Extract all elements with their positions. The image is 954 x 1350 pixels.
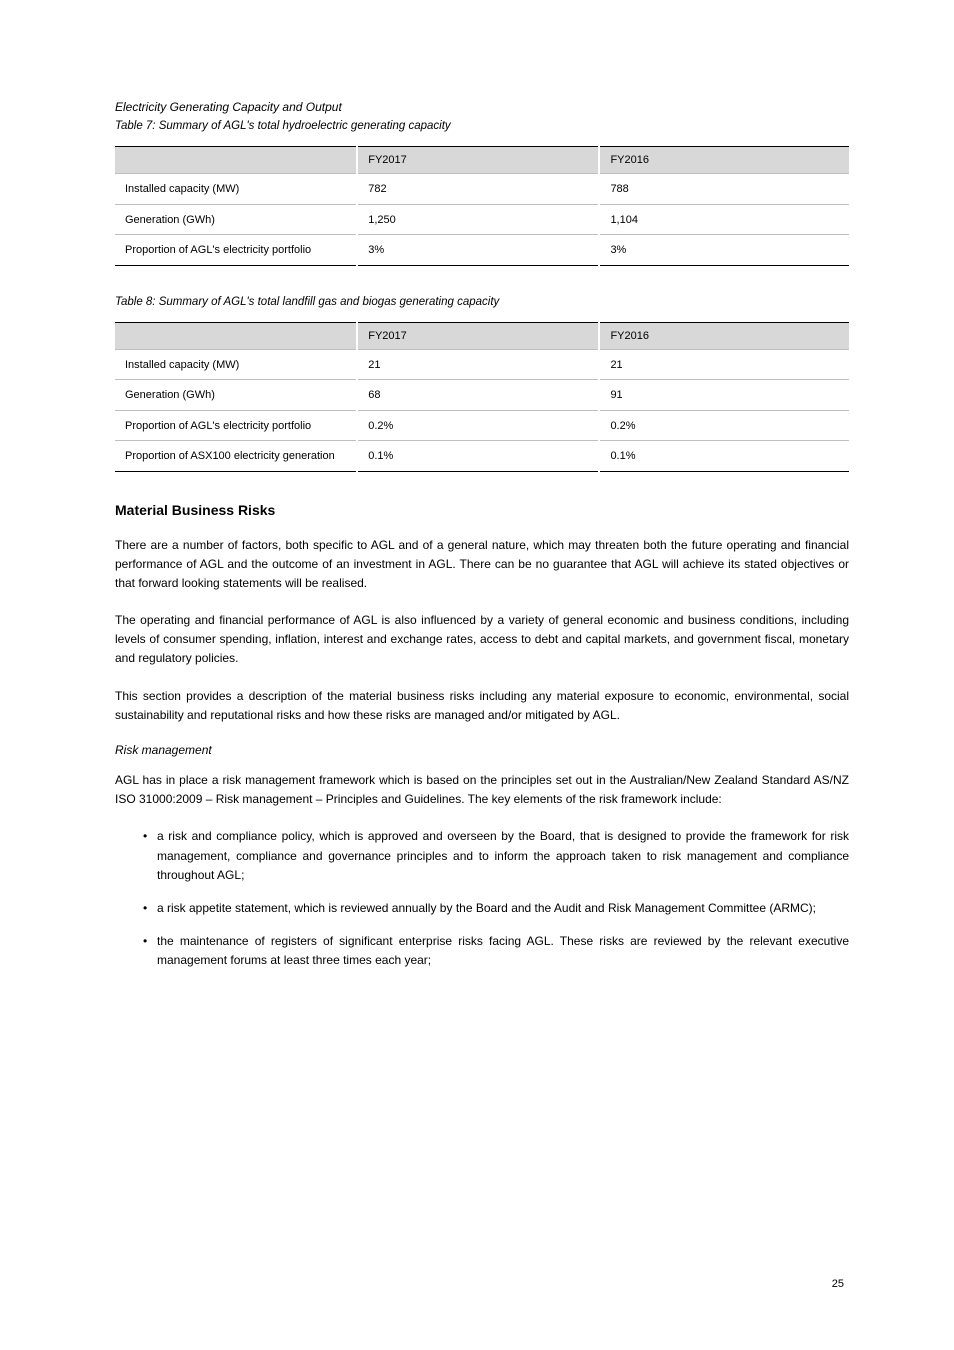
table8-r3c0: Proportion of ASX100 electricity generat…: [115, 441, 357, 472]
table8-r1c2: 91: [599, 380, 849, 411]
heading-risk-management: Risk management: [115, 743, 849, 757]
table7-r2c2: 3%: [599, 235, 849, 266]
heading-electricity-capacity: Electricity Generating Capacity and Outp…: [115, 100, 849, 114]
bullet-list: a risk and compliance policy, which is a…: [115, 827, 849, 970]
caption-table7: Table 7: Summary of AGL's total hydroele…: [115, 120, 849, 132]
table7-r0c2: 788: [599, 174, 849, 205]
table7-header-0: [115, 147, 357, 174]
paragraph-4: AGL has in place a risk management frame…: [115, 771, 849, 809]
list-item: a risk appetite statement, which is revi…: [143, 899, 849, 918]
table8-r3c2: 0.1%: [599, 441, 849, 472]
table8-r0c0: Installed capacity (MW): [115, 349, 357, 380]
table8-r0c2: 21: [599, 349, 849, 380]
table-row: Installed capacity (MW) 21 21: [115, 349, 849, 380]
table8-r2c2: 0.2%: [599, 410, 849, 441]
table7-r2c0: Proportion of AGL's electricity portfoli…: [115, 235, 357, 266]
table7-r1c0: Generation (GWh): [115, 204, 357, 235]
table7: FY2017 FY2016 Installed capacity (MW) 78…: [115, 146, 849, 266]
heading-material-business-risks: Material Business Risks: [115, 502, 849, 518]
paragraph-3: This section provides a description of t…: [115, 687, 849, 725]
table7-header-1: FY2017: [357, 147, 599, 174]
table-row: Generation (GWh) 1,250 1,104: [115, 204, 849, 235]
table7-r1c2: 1,104: [599, 204, 849, 235]
table7-r0c0: Installed capacity (MW): [115, 174, 357, 205]
table8-header-2: FY2016: [599, 322, 849, 349]
table7-r2c1: 3%: [357, 235, 599, 266]
table8-r1c0: Generation (GWh): [115, 380, 357, 411]
table-row: Generation (GWh) 68 91: [115, 380, 849, 411]
table8-header-0: [115, 322, 357, 349]
list-item: the maintenance of registers of signific…: [143, 932, 849, 970]
table8-r1c1: 68: [357, 380, 599, 411]
table8-r0c1: 21: [357, 349, 599, 380]
table-row: Installed capacity (MW) 782 788: [115, 174, 849, 205]
table8: FY2017 FY2016 Installed capacity (MW) 21…: [115, 322, 849, 472]
list-item: a risk and compliance policy, which is a…: [143, 827, 849, 885]
table7-r1c1: 1,250: [357, 204, 599, 235]
table7-header-2: FY2016: [599, 147, 849, 174]
paragraph-1: There are a number of factors, both spec…: [115, 536, 849, 594]
table-row: Proportion of ASX100 electricity generat…: [115, 441, 849, 472]
table-header-row: FY2017 FY2016: [115, 322, 849, 349]
table8-r2c0: Proportion of AGL's electricity portfoli…: [115, 410, 357, 441]
table-header-row: FY2017 FY2016: [115, 147, 849, 174]
table-row: Proportion of AGL's electricity portfoli…: [115, 410, 849, 441]
table8-r2c1: 0.2%: [357, 410, 599, 441]
table8-header-1: FY2017: [357, 322, 599, 349]
table7-r0c1: 782: [357, 174, 599, 205]
paragraph-2: The operating and financial performance …: [115, 611, 849, 669]
caption-table8: Table 8: Summary of AGL's total landfill…: [115, 296, 849, 308]
page-number: 25: [832, 1278, 844, 1290]
table-row: Proportion of AGL's electricity portfoli…: [115, 235, 849, 266]
table8-r3c1: 0.1%: [357, 441, 599, 472]
